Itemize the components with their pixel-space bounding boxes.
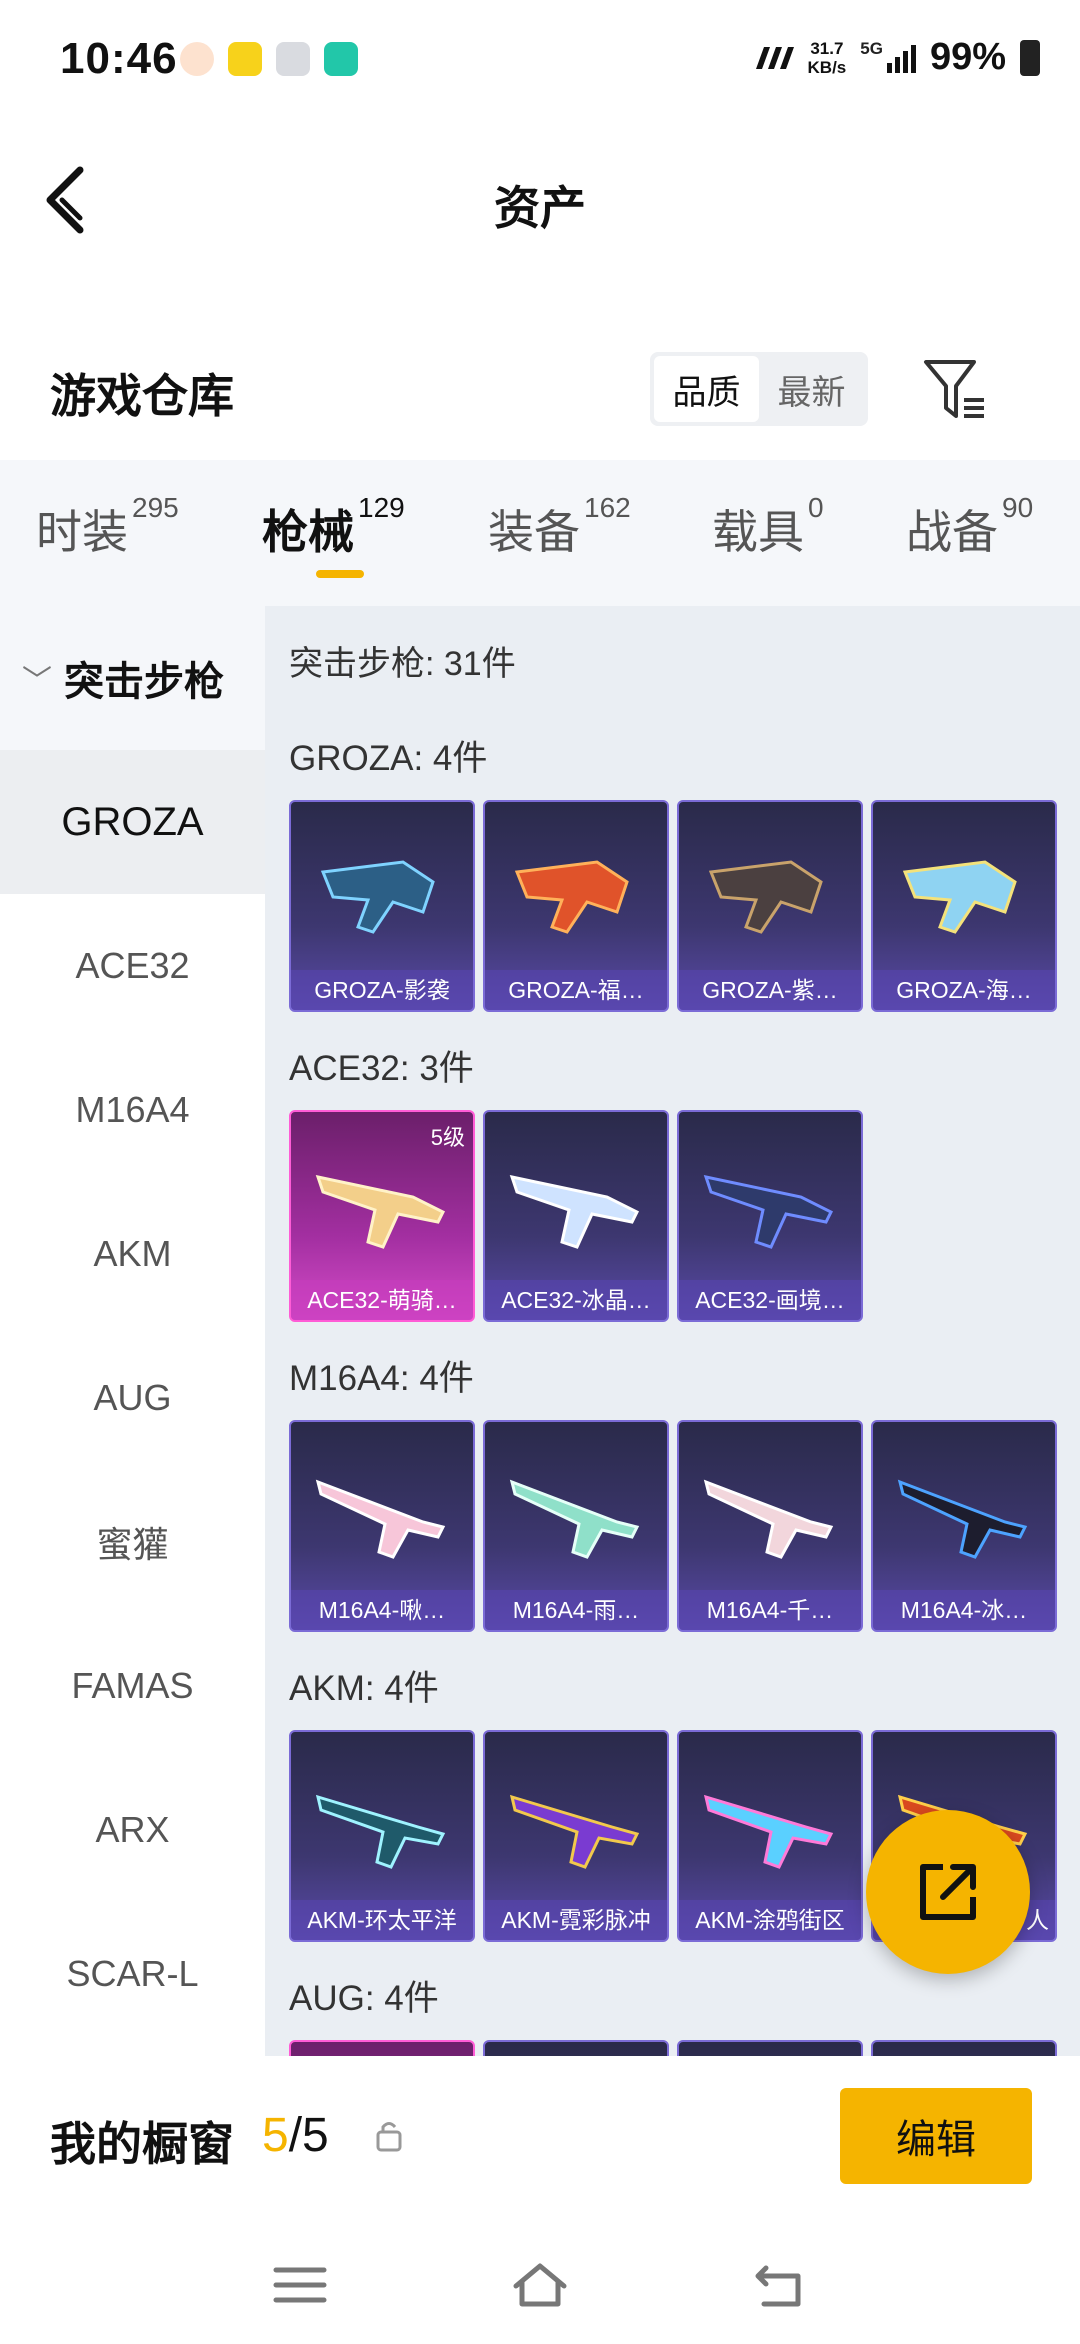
share-fab-button[interactable] (866, 1810, 1030, 1974)
warehouse-title: 游戏仓库 (50, 370, 234, 422)
shield-notification-icon (324, 42, 358, 76)
tab-fashion[interactable]: 时装 295 (36, 492, 179, 562)
weapon-sidebar: ﹀ 突击步枪 GROZA ACE32 M16A4 AKM AUG 蜜獾 FAMA… (0, 606, 265, 2056)
weapon-card[interactable]: ACE32-画境… (677, 1110, 863, 1322)
sort-toggle: 品质 最新 (650, 352, 868, 426)
tab-supplies[interactable]: 战备 90 (906, 492, 1033, 562)
weapon-card[interactable]: ACE32-冰晶… (483, 1110, 669, 1322)
sidebar-item-aug[interactable]: AUG (0, 1326, 265, 1470)
weapon-card[interactable] (289, 2040, 475, 2056)
weapon-image (315, 1794, 446, 1869)
status-bar: 10:46 31.7 KB/s 5G 99% (0, 0, 1080, 120)
weapon-image (509, 1794, 640, 1869)
group-title-ace32: ACE32: 3件 (289, 1049, 474, 1088)
app-header: 资产 (0, 120, 1080, 280)
weapon-image (703, 1174, 834, 1249)
lock-icon (376, 2122, 402, 2152)
m16a4-grid: M16A4-啾… M16A4-雨… M16A4-千… M16A4-冰… (289, 1420, 1057, 1632)
group-title-groza: GROZA: 4件 (289, 739, 488, 778)
settings-notification-icon (276, 42, 310, 76)
signal-icon: 5G (860, 39, 916, 73)
sidebar-item-famas[interactable]: FAMAS (0, 1614, 265, 1758)
weapon-card[interactable]: AKM-环太平洋 (289, 1730, 475, 1942)
weapon-card[interactable]: AKM-涂鸦街区 (677, 1730, 863, 1942)
category-tabs: 时装 295 枪械 129 装备 162 载具 0 战备 90 (0, 460, 1080, 606)
showcase-count: 5/5 (262, 2109, 329, 2162)
ace32-grid: 5级 ACE32-萌骑… ACE32-冰晶… ACE32-画境… (289, 1110, 863, 1322)
showcase-bar: 我的橱窗 5/5 编辑 (0, 2056, 1080, 2216)
groza-grid: GROZA-影袭 GROZA-福… GROZA-紫… GROZA-海… (289, 800, 1057, 1012)
tab-vehicles[interactable]: 载具 0 (712, 492, 824, 562)
weapon-card[interactable]: GROZA-紫… (677, 800, 863, 1012)
weapon-card[interactable]: 5级 ACE32-萌骑… (289, 1110, 475, 1322)
edit-button[interactable]: 编辑 (840, 2088, 1032, 2184)
weapon-image (703, 1479, 834, 1559)
weapon-card[interactable] (483, 2040, 669, 2056)
sidebar-item-scar-l[interactable]: SCAR-L (0, 1902, 265, 2046)
group-title-akm: AKM: 4件 (289, 1669, 439, 1708)
weapon-card[interactable]: M16A4-啾… (289, 1420, 475, 1632)
weapon-card[interactable]: GROZA-福… (483, 800, 669, 1012)
share-icon (920, 1864, 976, 1920)
sidebar-item-groza[interactable]: GROZA (0, 750, 265, 894)
category-summary: 突击步枪: 31件 (289, 645, 516, 683)
weapon-card[interactable]: AKM-霓彩脉冲 (483, 1730, 669, 1942)
weapon-card[interactable] (677, 2040, 863, 2056)
system-nav-bar (0, 2216, 1080, 2344)
weapon-image (902, 860, 1017, 934)
sidebar-item-honey-badger[interactable]: 蜜獾 (0, 1470, 265, 1614)
weapon-card[interactable]: GROZA-海… (871, 800, 1057, 1012)
weapon-card[interactable]: GROZA-影袭 (289, 800, 475, 1012)
weapon-card[interactable] (871, 2040, 1057, 2056)
sidebar-item-m16a4[interactable]: M16A4 (0, 1038, 265, 1182)
battery-icon (1020, 39, 1040, 76)
sort-quality-option[interactable]: 品质 (654, 356, 759, 422)
group-title-aug: AUG: 4件 (289, 1979, 439, 2018)
sidebar-category-assault-rifle[interactable]: ﹀ 突击步枪 (0, 606, 265, 750)
weapon-card[interactable]: M16A4-雨… (483, 1420, 669, 1632)
weapon-image (897, 1479, 1028, 1559)
weapon-card[interactable]: M16A4-千… (677, 1420, 863, 1632)
level-badge: 5级 (430, 1125, 465, 1150)
home-icon[interactable] (510, 2260, 570, 2310)
tab-guns[interactable]: 枪械 129 (262, 492, 405, 562)
sidebar-item-arx[interactable]: ARX (0, 1758, 265, 1902)
battery-percent: 99% (929, 36, 1006, 78)
sort-latest-option[interactable]: 最新 (759, 356, 864, 422)
group-title-m16a4: M16A4: 4件 (289, 1359, 474, 1398)
weapon-image (509, 1479, 640, 1559)
tab-equipment[interactable]: 装备 162 (488, 492, 631, 562)
active-tab-indicator (316, 570, 364, 578)
sidebar-item-akm[interactable]: AKM (0, 1182, 265, 1326)
warehouse-header: 游戏仓库 品质 最新 (0, 330, 1080, 450)
aug-grid (289, 2040, 1057, 2056)
status-time: 10:46 (60, 34, 178, 83)
weapon-image (708, 860, 823, 934)
avatar-notification-icon (180, 42, 214, 76)
weapon-image (703, 1794, 834, 1869)
app-notification-icon (228, 42, 262, 76)
page-title: 资产 (494, 182, 586, 234)
weapon-image (514, 860, 629, 934)
chevron-down-icon: ﹀ (22, 665, 52, 698)
back-icon[interactable] (750, 2260, 810, 2310)
weapon-image (315, 1479, 446, 1559)
menu-icon[interactable] (270, 2260, 330, 2310)
weapon-card[interactable]: M16A4-冰… (871, 1420, 1057, 1632)
network-speed: 31.7 KB/s (807, 38, 847, 77)
filter-icon[interactable] (920, 356, 990, 426)
weapon-image (509, 1174, 640, 1249)
notification-icons (180, 42, 358, 76)
weapon-image (320, 860, 435, 934)
showcase-label: 我的橱窗 (50, 2118, 234, 2170)
sidebar-item-ace32[interactable]: ACE32 (0, 894, 265, 1038)
weapon-image (315, 1174, 446, 1249)
data-icon (755, 46, 794, 69)
